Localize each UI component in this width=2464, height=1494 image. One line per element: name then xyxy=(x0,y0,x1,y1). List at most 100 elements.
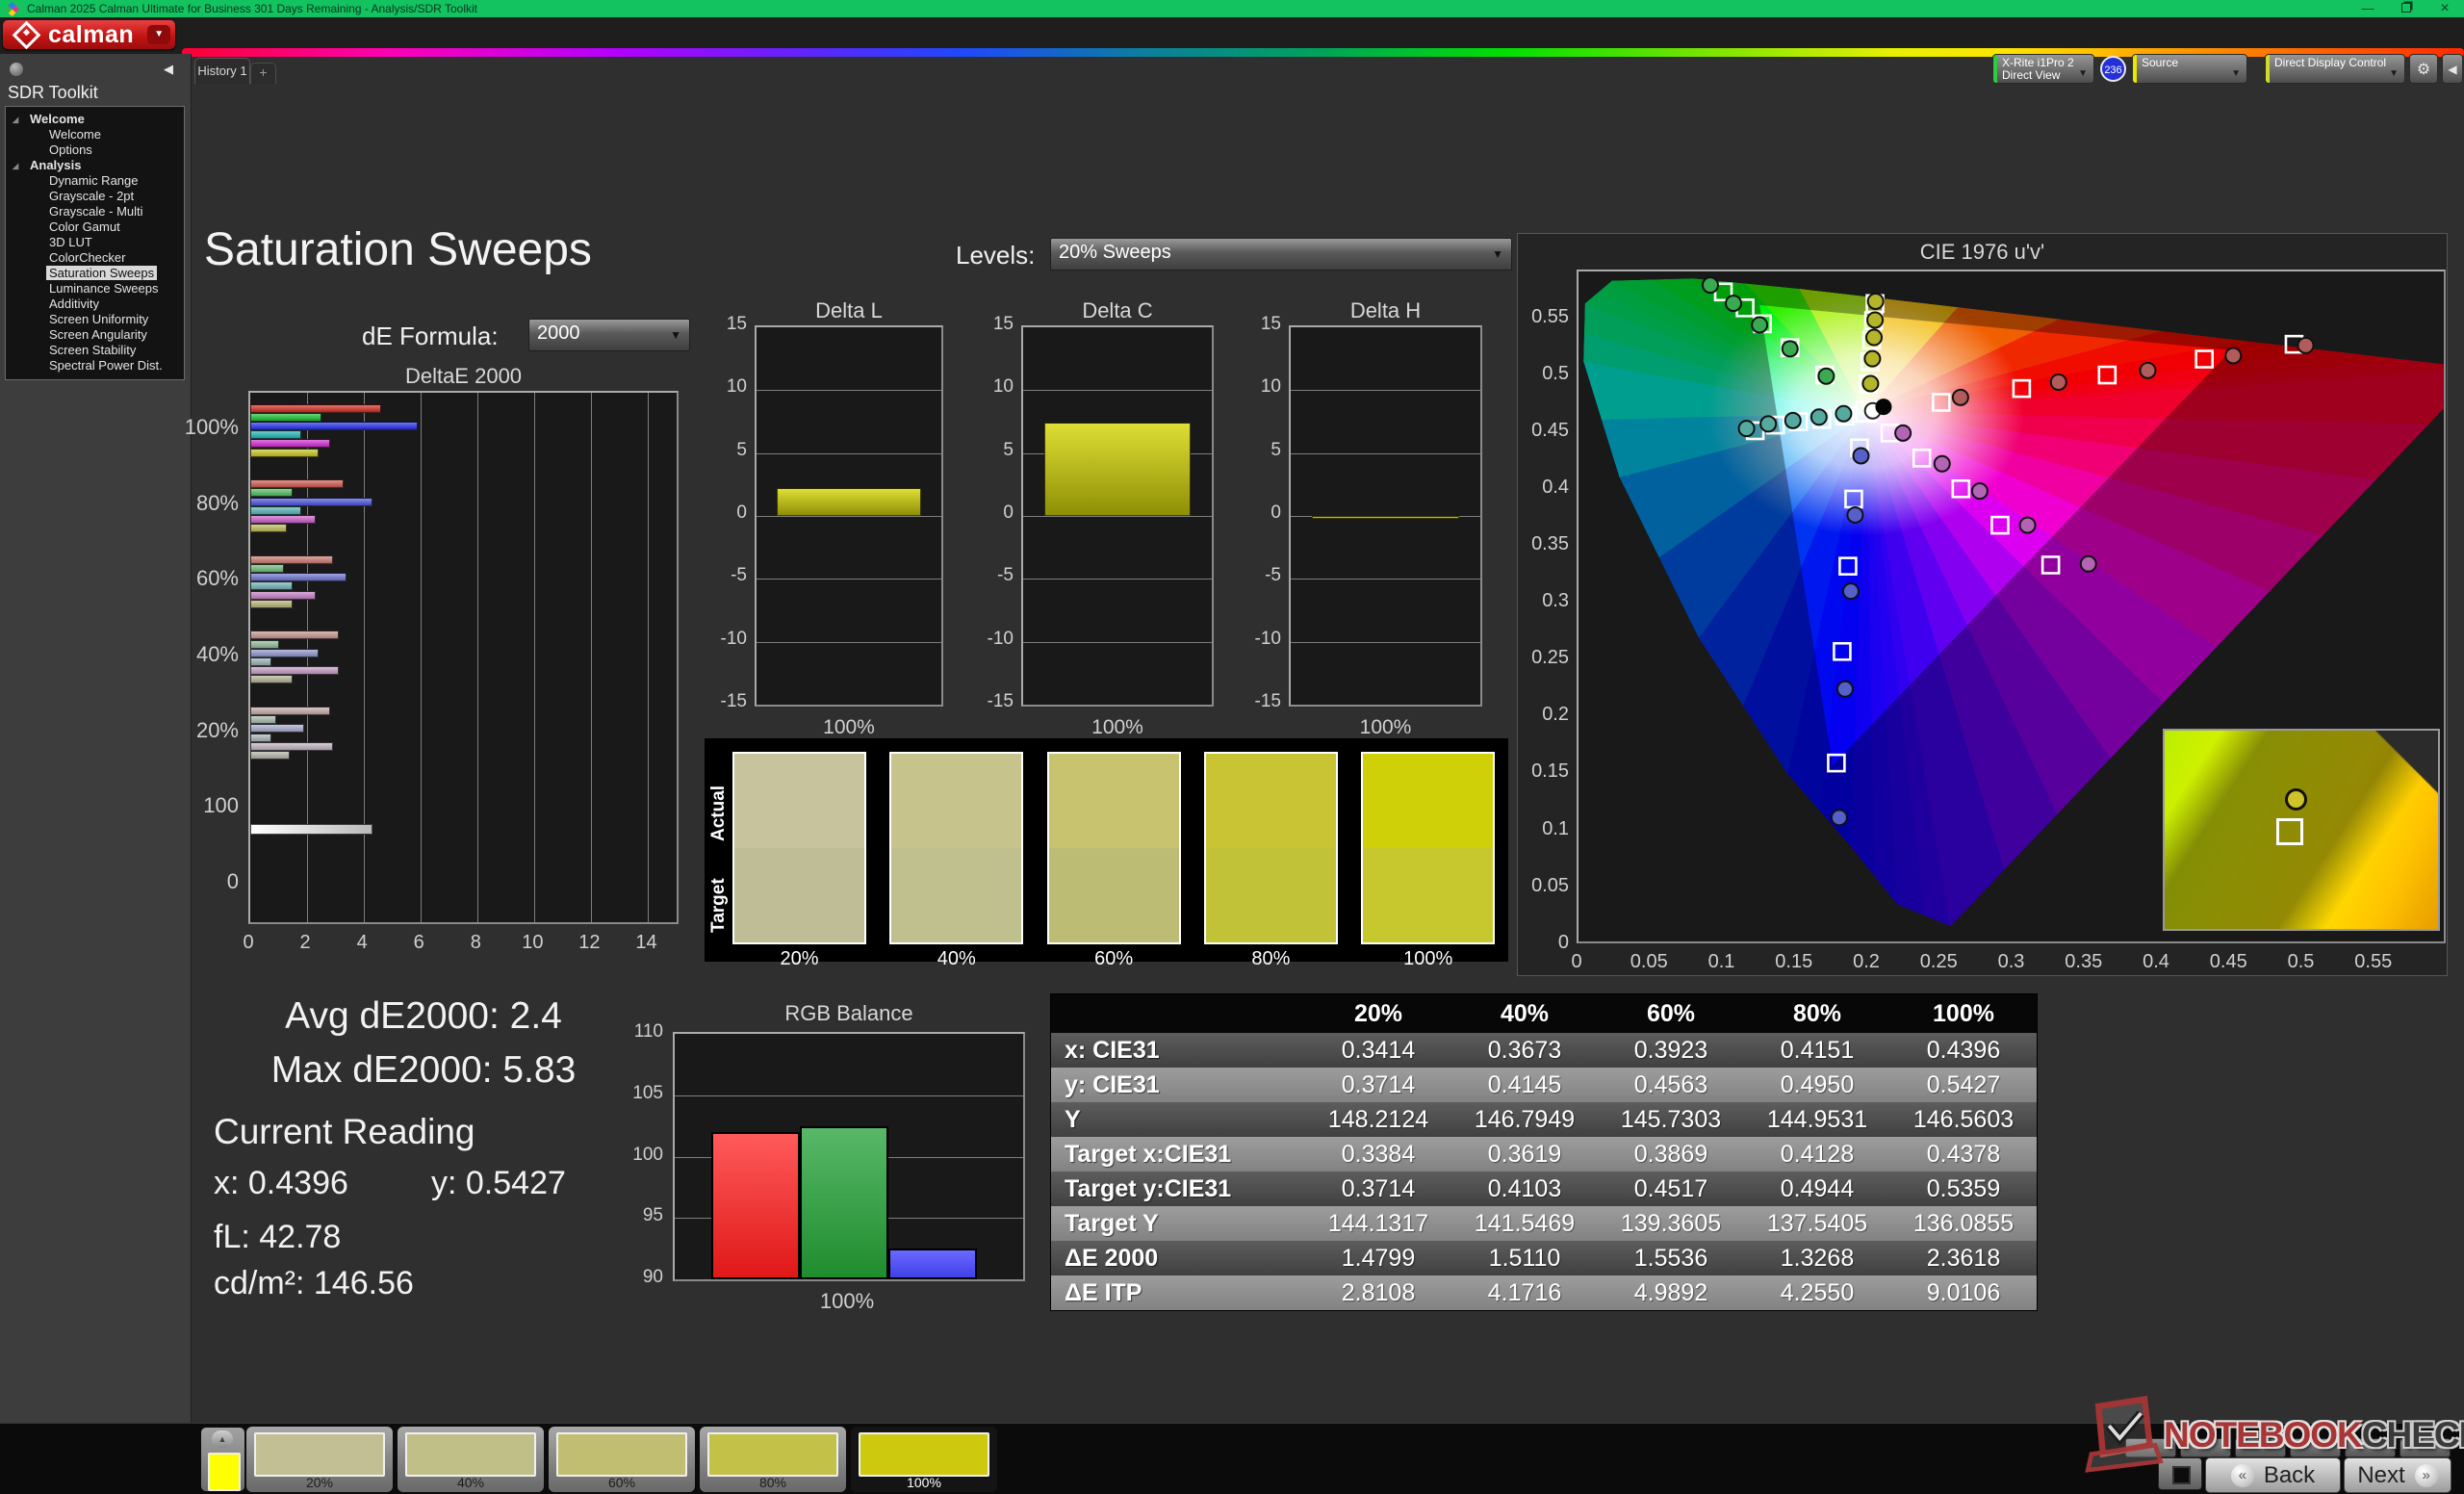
sidebar-item-grayscale-multi[interactable]: Grayscale - Multi xyxy=(6,204,184,219)
y-tick-label: -15 xyxy=(1239,691,1281,712)
expander-icon[interactable]: ◢ xyxy=(13,113,18,128)
page-title: Saturation Sweeps xyxy=(204,223,592,276)
sidebar-item-screen-angularity[interactable]: Screen Angularity xyxy=(6,327,184,343)
bar-cyan-40% xyxy=(250,657,271,666)
de-formula-dropdown[interactable]: 2000▼ xyxy=(528,319,690,351)
gridline xyxy=(1291,390,1480,391)
next-button[interactable]: Next » xyxy=(2344,1457,2451,1493)
sidebar-item-options[interactable]: Options xyxy=(6,142,184,158)
calman-menu-button[interactable]: calman ▼ xyxy=(3,20,175,49)
tab-history-1[interactable]: History 1 xyxy=(194,58,250,84)
rgb-bar-blue xyxy=(888,1249,977,1279)
cell: 145.7303 xyxy=(1598,1106,1744,1134)
cie-y-tick: 0 xyxy=(1513,932,1569,954)
cie-x-tick: 0.35 xyxy=(2055,951,2113,973)
sidebar-collapse-icon[interactable]: ◀ xyxy=(159,60,178,79)
close-button[interactable]: × xyxy=(2426,0,2464,17)
up-arrow-icon[interactable]: ▲ xyxy=(212,1430,233,1448)
current-y: y: 0.5427 xyxy=(431,1165,566,1202)
settings-button[interactable]: ⚙ xyxy=(2409,54,2438,84)
bar-red-60% xyxy=(250,555,333,564)
group-label: 100% xyxy=(142,415,239,440)
pattern-tile-60%[interactable]: 60% xyxy=(549,1427,695,1492)
sidebar-item-screen-stability[interactable]: Screen Stability xyxy=(6,343,184,358)
gridline xyxy=(534,393,535,922)
sidebar-item-grayscale-2pt[interactable]: Grayscale - 2pt xyxy=(6,189,184,204)
current-reading-heading: Current Reading xyxy=(214,1112,475,1152)
measured-blue xyxy=(1837,682,1853,697)
measured-yellow xyxy=(1868,294,1884,309)
pattern-tile-40%[interactable]: 40% xyxy=(398,1427,544,1492)
back-button[interactable]: « Back xyxy=(2205,1457,2341,1493)
sidebar-item-saturation-sweeps[interactable]: Saturation Sweeps xyxy=(6,266,184,281)
sidebar-item-dynamic-range[interactable]: Dynamic Range xyxy=(6,173,184,189)
sidebar-item-analysis[interactable]: ◢Analysis xyxy=(6,158,184,173)
transport-button-2[interactable] xyxy=(2180,1438,2231,1457)
bar-green-60% xyxy=(250,564,284,573)
pattern-mini-tile[interactable]: ▲ xyxy=(201,1428,244,1491)
row-label: Target x:CIE31 xyxy=(1051,1141,1305,1169)
actual-swatch xyxy=(1206,754,1336,848)
cell: 0.4517 xyxy=(1598,1175,1744,1203)
pattern-swatch xyxy=(254,1432,385,1477)
transport-button-3[interactable] xyxy=(2235,1438,2286,1457)
y-tick-label: 110 xyxy=(615,1021,663,1043)
bar-red-20% xyxy=(250,707,330,715)
measurement-table: 20%40%60%80%100%x: CIE310.34140.36730.39… xyxy=(1050,993,2038,1311)
y-tick-label: 95 xyxy=(615,1205,663,1226)
measured-magenta xyxy=(2020,518,2036,533)
display-control-selector-button[interactable]: Direct Display Control ▼ xyxy=(2265,54,2405,84)
cell: 0.4563 xyxy=(1598,1071,1744,1099)
group-label: 80% xyxy=(142,491,239,516)
panel-collapse-button[interactable]: ◀ xyxy=(2442,54,2463,84)
bar-yellow-60% xyxy=(250,600,293,608)
sidebar-item-spectral-power-dist-[interactable]: Spectral Power Dist. xyxy=(6,358,184,374)
bar-blue-20% xyxy=(250,724,304,733)
pattern-tile-100%[interactable]: 100% xyxy=(851,1427,997,1492)
bar-red-100% xyxy=(250,404,381,413)
transport-button-6[interactable] xyxy=(2400,1438,2451,1457)
pattern-tile-label: 80% xyxy=(700,1475,846,1490)
tab-add-button[interactable]: + xyxy=(250,63,276,84)
measured-magenta xyxy=(2081,556,2096,572)
levels-dropdown[interactable]: 20% Sweeps▼ xyxy=(1050,238,1512,270)
transport-button-5[interactable] xyxy=(2345,1438,2396,1457)
pattern-swatch xyxy=(859,1432,989,1477)
sidebar-item-colorchecker[interactable]: ColorChecker xyxy=(6,250,184,266)
pattern-tile-80%[interactable]: 80% xyxy=(700,1427,846,1492)
transport-button-4[interactable] xyxy=(2290,1438,2341,1457)
gridline xyxy=(1023,642,1212,643)
rainbow-strip xyxy=(182,48,2464,57)
y-tick-label: 100 xyxy=(615,1145,663,1166)
restore-button[interactable] xyxy=(2387,0,2426,17)
minimize-button[interactable]: — xyxy=(2348,0,2387,17)
cell: 0.3869 xyxy=(1598,1141,1744,1169)
y-tick-label: 90 xyxy=(615,1267,663,1288)
stop-button[interactable] xyxy=(2158,1457,2202,1490)
pattern-tile-20%[interactable]: 20% xyxy=(246,1427,393,1492)
sidebar-item-screen-uniformity[interactable]: Screen Uniformity xyxy=(6,312,184,327)
back-arrow-icon: « xyxy=(2231,1464,2254,1487)
expander-icon[interactable]: ◢ xyxy=(13,159,18,174)
sidebar-item-additivity[interactable]: Additivity xyxy=(6,296,184,312)
bar-magenta-80% xyxy=(250,515,316,524)
sidebar-item-3d-lut[interactable]: 3D LUT xyxy=(6,235,184,250)
gridline xyxy=(1291,579,1480,580)
group-label: 0 xyxy=(142,869,239,894)
sidebar-item-welcome[interactable]: ◢Welcome xyxy=(6,112,184,127)
cell: 141.5469 xyxy=(1451,1210,1598,1238)
measured-cyan xyxy=(1835,406,1851,422)
actual-target-swatch-panel: Actual Target 20%40%60%80%100% xyxy=(705,738,1508,962)
row-label: Target y:CIE31 xyxy=(1051,1175,1305,1203)
sidebar-item-luminance-sweeps[interactable]: Luminance Sweeps xyxy=(6,281,184,296)
meter-selector-button[interactable]: X-Rite i1Pro 2Direct View ▼ xyxy=(1992,54,2094,84)
sidebar-item-color-gamut[interactable]: Color Gamut xyxy=(6,219,184,235)
target-swatch xyxy=(891,848,1021,942)
measured-magenta xyxy=(1972,483,1988,499)
transport-button-1[interactable] xyxy=(2125,1438,2176,1457)
source-selector-button[interactable]: Source ▼ xyxy=(2132,54,2247,84)
bar-green-80% xyxy=(250,488,293,497)
sidebar-item-welcome[interactable]: Welcome xyxy=(6,127,184,142)
bar-yellow-100% xyxy=(250,449,319,457)
pin-icon[interactable] xyxy=(10,63,23,76)
